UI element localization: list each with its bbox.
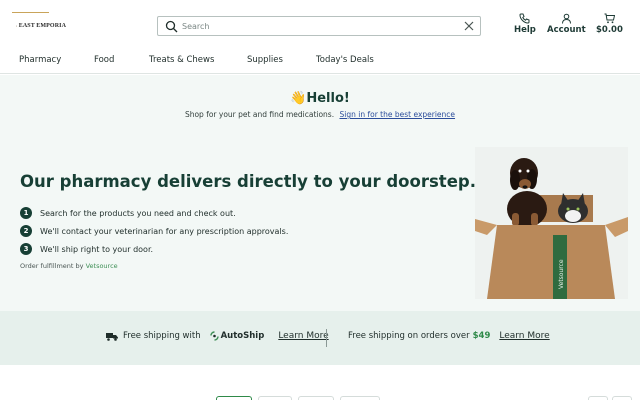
cart-total: $0.00 <box>596 25 623 35</box>
autoship-icon <box>209 331 219 341</box>
cart-link[interactable]: $0.00 <box>596 13 623 35</box>
fulfillment-prefix: Order fulfillment by <box>20 262 84 270</box>
carousel-tab[interactable] <box>298 396 334 400</box>
vetsource-logo: Vetsource <box>85 262 118 270</box>
dog-cat-box-illustration: Vetsource <box>475 147 628 299</box>
cart-icon <box>604 13 615 24</box>
carousel-tab[interactable] <box>340 396 380 400</box>
step-text: Search for the products you need and che… <box>40 208 236 218</box>
step-number: 3 <box>20 243 32 255</box>
logo[interactable]: EAST EMPORIA <box>16 17 66 34</box>
greeting-title: 👋Hello! <box>0 91 640 106</box>
help-label: Help <box>514 25 536 35</box>
steps-list: 1 Search for the products you need and c… <box>20 204 288 258</box>
nav-item-food[interactable]: Food <box>94 55 114 65</box>
site-header: EAST EMPORIA Help Account $0.00 <box>0 0 640 50</box>
category-nav: Pharmacy Food Treats & Chews Supplies To… <box>0 50 640 74</box>
autoship-learn-more-link[interactable]: Learn More <box>278 331 328 341</box>
step-number: 2 <box>20 225 32 237</box>
dog-cat-box-image: Vetsource <box>475 147 628 299</box>
account-label: Account <box>547 25 586 35</box>
banner-divider <box>326 329 327 347</box>
autoship-prefix: Free shipping with <box>123 331 201 341</box>
phone-icon <box>519 13 530 24</box>
search-icon[interactable] <box>165 20 178 33</box>
nav-item-treats-chews[interactable]: Treats & Chews <box>149 55 214 65</box>
signin-link[interactable]: Sign in for the best experience <box>340 110 456 119</box>
search-input[interactable] <box>182 18 452 34</box>
greeting-subtitle: Shop for your pet and find medications. … <box>0 110 640 119</box>
free-shipping-learn-more-link[interactable]: Learn More <box>499 331 549 341</box>
shipping-banner: Free shipping with AutoShip Learn More F… <box>0 311 640 365</box>
nav-item-supplies[interactable]: Supplies <box>247 55 283 65</box>
autoship-promo: Free shipping with AutoShip Learn More <box>106 331 329 341</box>
fulfillment-note: Order fulfillment by Vetsource <box>20 262 118 270</box>
close-icon[interactable] <box>463 20 475 32</box>
step-text: We'll ship right to your door. <box>40 244 154 254</box>
autoship-logo: AutoShip <box>209 331 265 341</box>
autoship-brand: AutoShip <box>220 331 265 341</box>
hero-section: 👋Hello! Shop for your pet and find medic… <box>0 75 640 311</box>
wave-icon: 👋 <box>290 91 307 106</box>
list-item: 2 We'll contact your veterinarian for an… <box>20 222 288 240</box>
logo-underline <box>12 12 49 13</box>
nav-item-pharmacy[interactable]: Pharmacy <box>19 55 61 65</box>
box-vetsource-label: Vetsource <box>558 259 565 289</box>
logo-text: EAST EMPORIA <box>18 22 66 29</box>
carousel-next-button[interactable] <box>612 396 632 400</box>
step-text: We'll contact your veterinarian for any … <box>40 226 289 236</box>
search-bar[interactable] <box>157 16 481 36</box>
step-number: 1 <box>20 207 32 219</box>
carousel-tab[interactable] <box>216 396 252 400</box>
list-item: 1 Search for the products you need and c… <box>20 204 288 222</box>
list-item: 3 We'll ship right to your door. <box>20 240 288 258</box>
help-link[interactable]: Help <box>514 13 536 35</box>
carousel-prev-button[interactable] <box>588 396 608 400</box>
nav-item-todays-deals[interactable]: Today's Deals <box>316 55 374 65</box>
free-shipping-promo: Free shipping on orders over $49 Learn M… <box>348 331 550 341</box>
free-shipping-threshold: $49 <box>472 331 491 341</box>
truck-icon <box>106 332 118 341</box>
pharmacy-headline: Our pharmacy delivers directly to your d… <box>20 172 476 191</box>
greeting-text: Hello! <box>306 91 350 106</box>
greeting-subtitle-text: Shop for your pet and find medications. <box>184 110 335 119</box>
free-shipping-prefix: Free shipping on orders over <box>348 331 470 341</box>
account-link[interactable]: Account <box>547 13 586 35</box>
carousel-tab[interactable] <box>258 396 292 400</box>
logo-mark-icon <box>16 25 17 26</box>
user-icon <box>561 13 571 24</box>
